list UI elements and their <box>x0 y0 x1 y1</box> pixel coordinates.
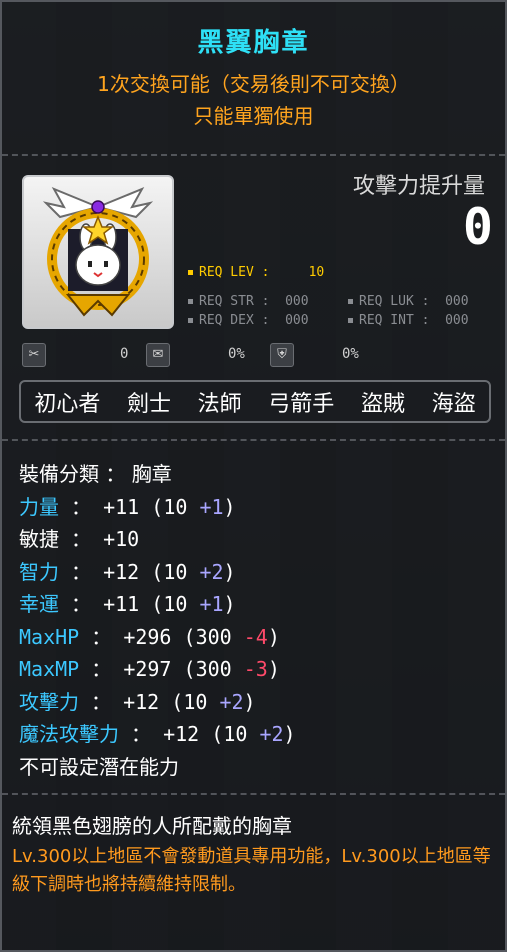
req-luk-label: REQ LUK : <box>359 294 430 309</box>
stat-dex: 敏捷 ： +10 <box>19 523 296 556</box>
envelope-value: 0% <box>228 346 245 362</box>
stat-bonus: -3 <box>243 657 268 681</box>
stat-bonus: +2 <box>259 722 284 746</box>
stat-base: 10 <box>163 559 188 584</box>
bullet-icon <box>188 299 193 304</box>
stat-sep: ： <box>59 527 104 551</box>
stat-label: MaxMP <box>19 657 80 681</box>
job-warrior: 劍士 <box>126 391 171 417</box>
stat-total: +296 <box>123 624 172 649</box>
stat-sep: ： <box>119 722 164 746</box>
job-beginner: 初心者 <box>34 391 101 417</box>
stat-maxmp: MaxMP ： +297 (300 -3) <box>19 657 280 681</box>
divider <box>2 439 505 441</box>
stat-base: 10 <box>223 722 248 746</box>
req-dex-value: 000 <box>285 313 309 328</box>
req-str-label: REQ STR : <box>199 294 270 309</box>
job-magician: 法師 <box>197 391 242 417</box>
stat-magic-attack: 魔法攻擊力 ： +12 (10 +2) <box>19 722 296 746</box>
attack-increase-value: 0 <box>462 198 493 256</box>
stat-sep: ： <box>59 494 104 519</box>
req-int: REQ INT : 000 <box>348 313 469 328</box>
stat-bonus: +2 <box>199 559 224 584</box>
req-dex: REQ DEX : 000 <box>188 313 309 328</box>
stat-label: MaxHP <box>19 624 80 649</box>
stat-sep: ： <box>79 689 124 714</box>
item-name: 黑翼胸章 <box>197 28 310 58</box>
restriction-text: Lv.300以上地區不會發動道具專用功能，Lv.300以上地區等級下調時也將持續… <box>12 846 491 895</box>
scissors-value: 0 <box>120 346 129 362</box>
job-pirate: 海盜 <box>431 391 476 417</box>
scissors-icon: ✂ <box>22 343 46 367</box>
req-luk: REQ LUK : 000 <box>348 294 469 309</box>
bullet-icon <box>188 270 193 275</box>
bullet-icon <box>348 299 353 304</box>
stat-sep: ： <box>79 624 124 649</box>
req-level-value: 10 <box>308 265 325 280</box>
job-list: 初心者 劍士 法師 弓箭手 盜賊 海盜 <box>19 380 491 423</box>
req-int-value: 000 <box>445 313 469 328</box>
stat-label: 敏捷 <box>19 527 59 551</box>
item-tooltip: 黑翼胸章 1次交換可能（交易後則不可交換） 只能單獨使用 攻擊力提升量 0 RE… <box>0 0 507 952</box>
stat-label: 攻擊力 <box>19 689 79 714</box>
stat-base: 300 <box>195 657 232 681</box>
shield-value: 0% <box>342 346 359 362</box>
shield-icon: ⛨ <box>270 343 294 367</box>
emblem-icon <box>42 186 154 317</box>
req-level-label: REQ LEV : <box>199 265 270 280</box>
envelope-icon: ✉ <box>146 343 170 367</box>
job-archer: 弓箭手 <box>268 391 335 417</box>
stat-int: 智力 ： +12 (10 +2) <box>19 559 236 584</box>
stat-bonus: +2 <box>219 689 244 714</box>
item-icon-frame <box>22 175 174 329</box>
stat-total: +12 <box>163 722 200 746</box>
stat-category-value: 胸章 <box>131 462 172 486</box>
stat-total: +11 <box>103 494 140 519</box>
stat-maxhp: MaxHP ： +296 (300 -4) <box>19 624 280 649</box>
stat-attack: 攻擊力 ： +12 (10 +2) <box>19 689 256 714</box>
stat-label: 魔法攻擊力 <box>19 722 119 746</box>
stat-category: 裝備分類 ： 胸章 <box>19 458 296 491</box>
stat-bonus: +1 <box>199 494 224 519</box>
req-dex-label: REQ DEX : <box>199 313 270 328</box>
stat-sep: ： <box>79 657 124 681</box>
flavor-text: 統領黑色翅膀的人所配戴的胸章 <box>12 814 292 838</box>
stat-label: 智力 <box>19 559 59 584</box>
attack-increase-label: 攻擊力提升量 <box>352 174 485 199</box>
stat-total: +12 <box>103 559 140 584</box>
stat-total: +11 <box>103 592 140 616</box>
stat-total: +10 <box>103 527 140 551</box>
stat-sep: ： <box>59 592 104 616</box>
divider <box>2 154 505 156</box>
stat-bonus: -4 <box>243 624 268 649</box>
stat-luk: 幸運 ： +11 (10 +1) <box>19 592 236 616</box>
stat-base: 300 <box>195 624 232 649</box>
req-str: REQ STR : 000 <box>188 294 309 309</box>
bullet-icon <box>348 318 353 323</box>
description: 統領黑色翅膀的人所配戴的胸章 Lv.300以上地區不會發動道具專用功能，Lv.3… <box>12 810 495 899</box>
trade-note: 1次交換可能（交易後則不可交換） <box>97 72 410 96</box>
stat-label: 力量 <box>19 494 59 519</box>
stat-label: 幸運 <box>19 592 59 616</box>
stat-total: +12 <box>123 689 160 714</box>
stat-base: 10 <box>163 592 188 616</box>
divider <box>2 793 505 795</box>
req-int-label: REQ INT : <box>359 313 430 328</box>
stat-total: +297 <box>123 657 172 681</box>
stat-sep: ： <box>59 559 104 584</box>
bullet-icon <box>188 318 193 323</box>
use-note: 只能單獨使用 <box>193 104 314 128</box>
stats-list: 裝備分類 ： 胸章 力量 ： +11 (10 +1) 敏捷 ： +10 智力 ：… <box>19 458 296 783</box>
stat-bonus: +1 <box>199 592 224 616</box>
req-luk-value: 000 <box>445 294 469 309</box>
stat-str: 力量 ： +11 (10 +1) <box>19 494 236 519</box>
stat-base: 10 <box>183 689 208 714</box>
job-thief: 盜賊 <box>360 391 405 417</box>
req-level: REQ LEV : 10 <box>188 265 324 280</box>
stat-category-label: 裝備分類 ： <box>19 462 132 486</box>
stat-base: 10 <box>163 494 188 519</box>
potential-note: 不可設定潛在能力 <box>19 754 179 779</box>
req-str-value: 000 <box>285 294 309 309</box>
